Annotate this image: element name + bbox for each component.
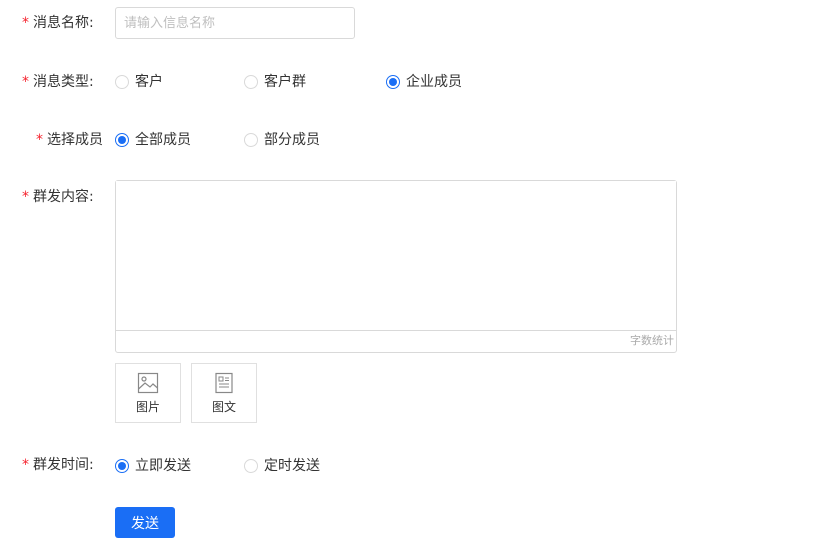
attachment-label: 图片 bbox=[135, 399, 160, 414]
radio-label: 客户 bbox=[135, 74, 163, 90]
radio-label: 全部成员 bbox=[135, 132, 191, 148]
add-article-button[interactable]: 图文 bbox=[191, 363, 257, 423]
image-icon bbox=[137, 372, 159, 393]
radio-type-enterprise-member[interactable]: 企业成员 bbox=[386, 72, 462, 92]
radio-circle[interactable] bbox=[115, 133, 129, 147]
radio-type-customer-group[interactable]: 客户群 bbox=[244, 72, 306, 92]
required-mark: * bbox=[22, 457, 29, 473]
radio-circle[interactable] bbox=[115, 75, 129, 89]
radio-label: 企业成员 bbox=[406, 74, 462, 90]
content-editor: 字数统计 bbox=[115, 180, 677, 353]
word-count: 字数统计 bbox=[630, 334, 674, 347]
required-mark: * bbox=[22, 74, 29, 90]
content-textarea[interactable] bbox=[116, 181, 676, 331]
send-button[interactable]: 发送 bbox=[115, 507, 175, 538]
content-label: * 群发内容: bbox=[22, 189, 94, 205]
send-time-label: * 群发时间: bbox=[22, 457, 94, 473]
radio-type-customer[interactable]: 客户 bbox=[115, 72, 163, 92]
radio-send-now[interactable]: 立即发送 bbox=[115, 456, 191, 476]
radio-send-scheduled[interactable]: 定时发送 bbox=[244, 456, 320, 476]
article-icon bbox=[215, 372, 233, 393]
required-mark: * bbox=[22, 15, 29, 31]
radio-label: 部分成员 bbox=[264, 132, 320, 148]
radio-circle[interactable] bbox=[115, 459, 129, 473]
radio-circle[interactable] bbox=[386, 75, 400, 89]
message-name-input[interactable] bbox=[115, 7, 355, 39]
radio-member-all[interactable]: 全部成员 bbox=[115, 130, 191, 150]
radio-label: 定时发送 bbox=[264, 458, 320, 474]
radio-circle[interactable] bbox=[244, 75, 258, 89]
message-type-label: * 消息类型: bbox=[22, 74, 94, 90]
add-image-button[interactable]: 图片 bbox=[115, 363, 181, 423]
radio-label: 客户群 bbox=[264, 74, 306, 90]
radio-circle[interactable] bbox=[244, 133, 258, 147]
member-select-label: * 选择成员 bbox=[36, 132, 103, 148]
radio-label: 立即发送 bbox=[135, 458, 191, 474]
required-mark: * bbox=[36, 132, 43, 148]
required-mark: * bbox=[22, 189, 29, 205]
radio-circle[interactable] bbox=[244, 459, 258, 473]
attachment-label: 图文 bbox=[211, 399, 236, 414]
radio-member-partial[interactable]: 部分成员 bbox=[244, 130, 320, 150]
message-name-label: * 消息名称: bbox=[22, 15, 94, 31]
